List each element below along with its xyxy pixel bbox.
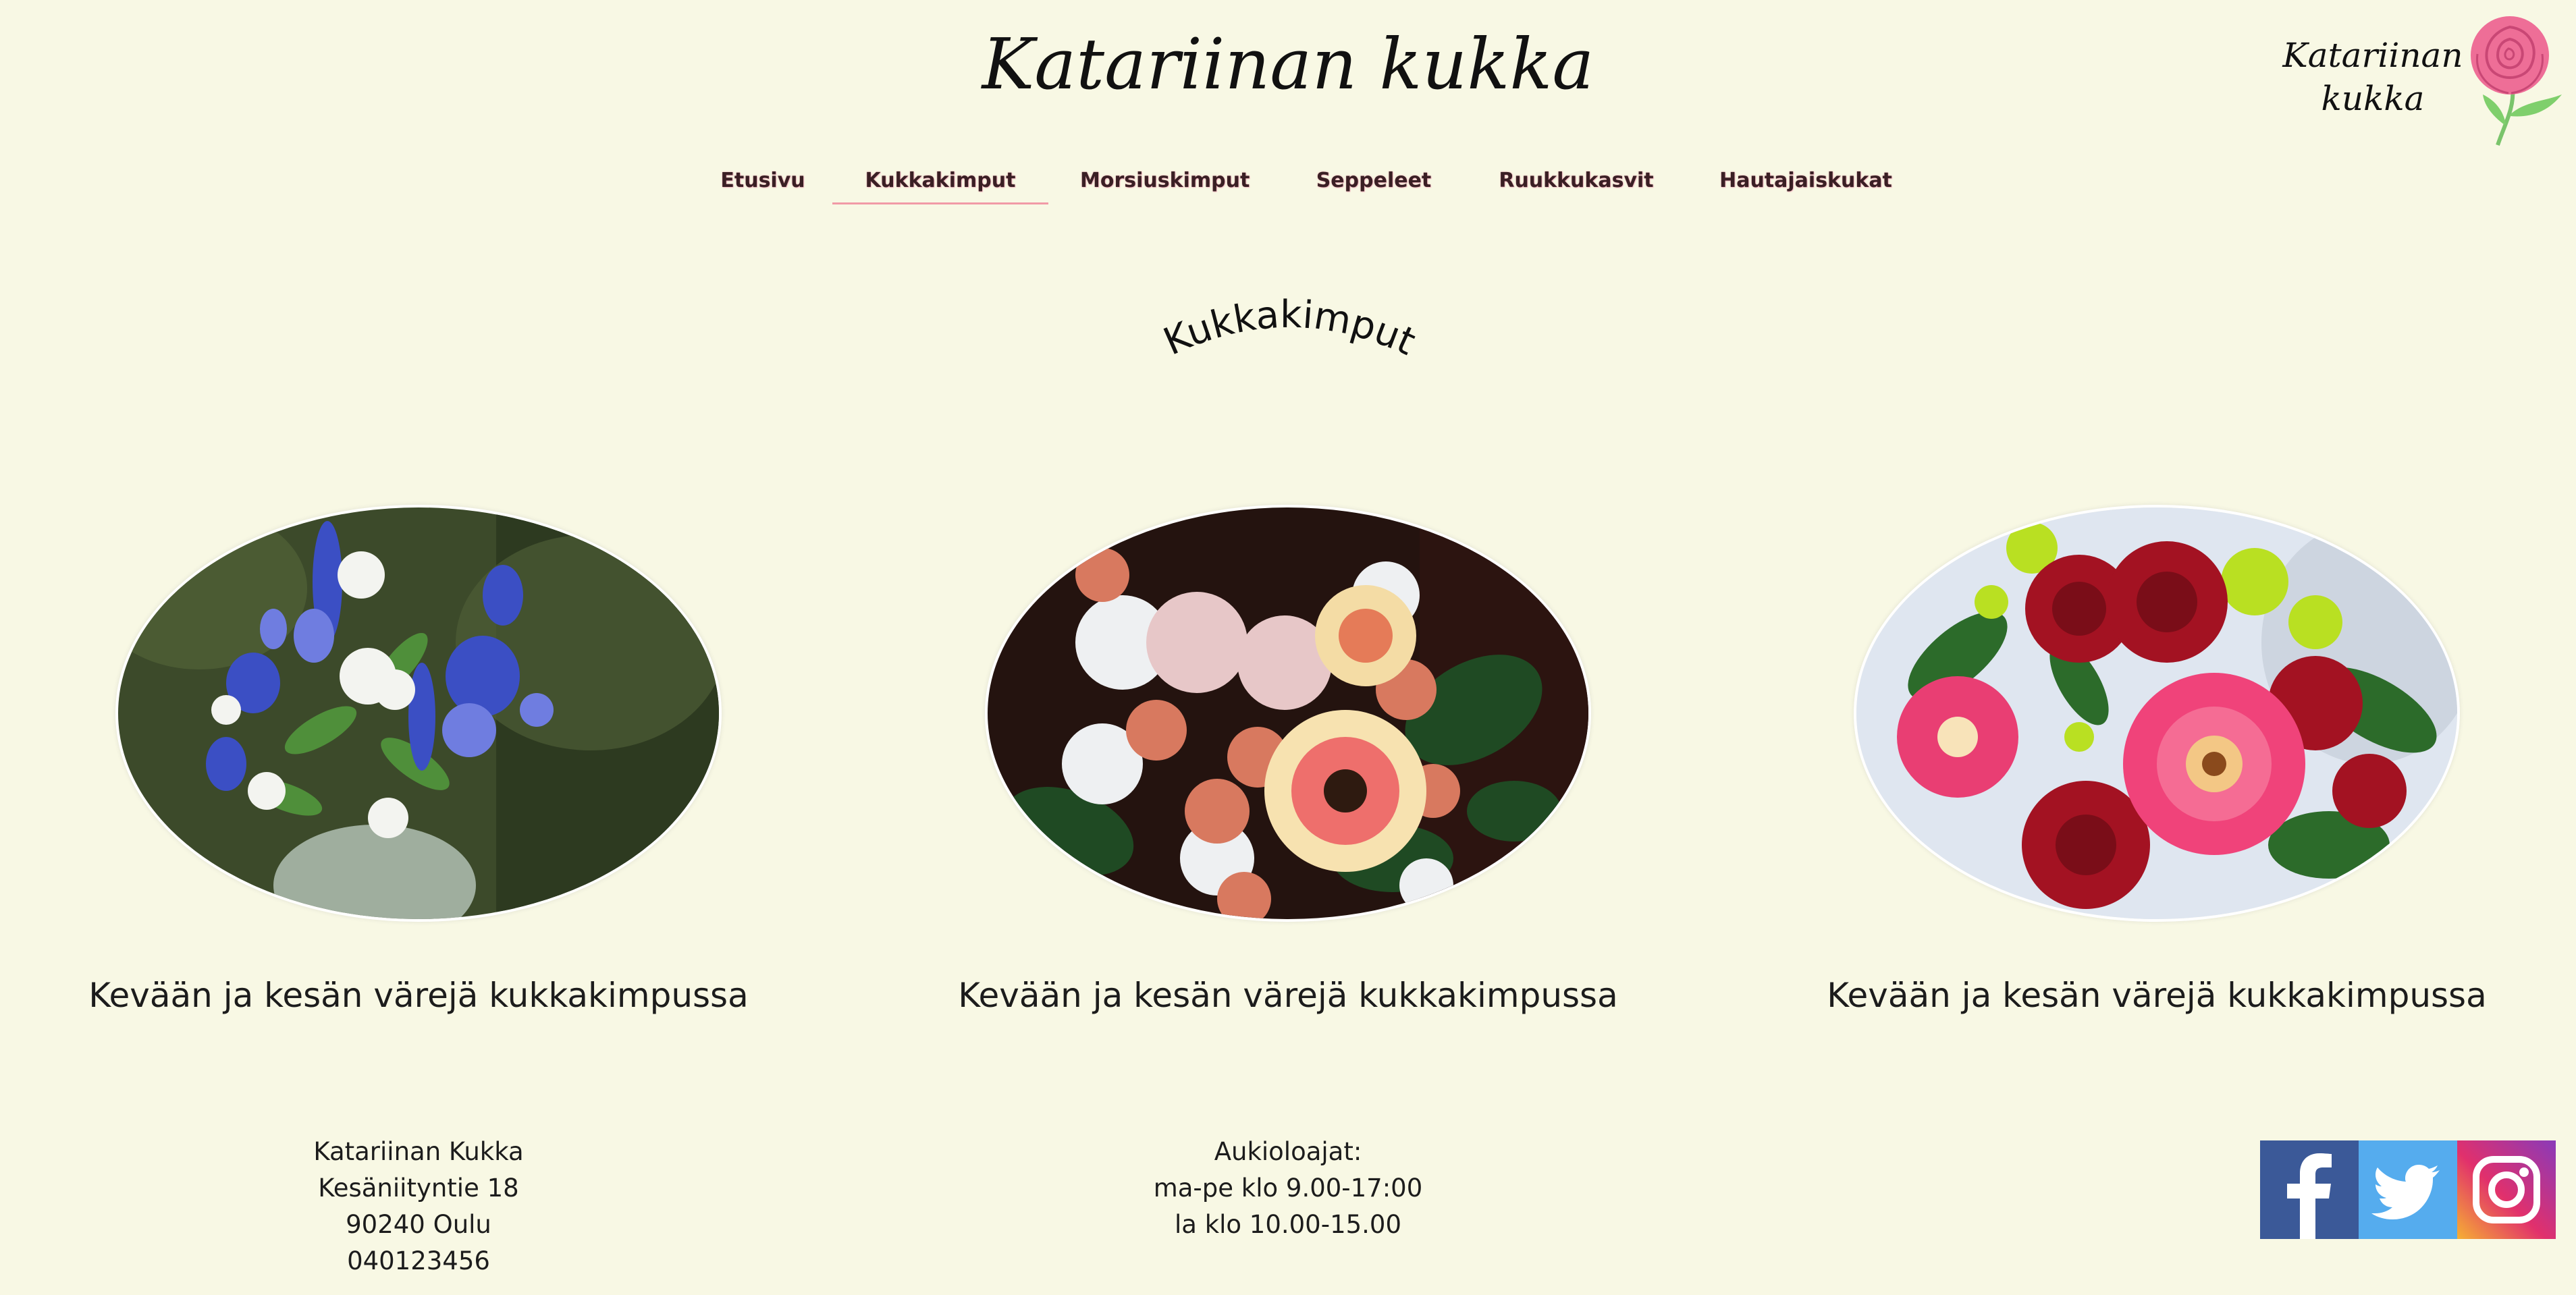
page-heading: Kukkakimput [1157, 293, 1422, 364]
facebook-icon[interactable] [2260, 1140, 2359, 1239]
product-image-blue-white-bouquet[interactable] [118, 507, 719, 919]
product-grid: Kevään ja kesän värejä kukkakimpussa Kev… [0, 499, 2576, 1039]
rose-icon [2471, 16, 2562, 146]
page-heading-text: Kukkakimput [1157, 293, 1422, 364]
postal-city: 90240 Oulu [346, 1210, 491, 1239]
nav-item-seppeleet[interactable]: Seppeleet [1296, 162, 1451, 202]
product-caption: Kevään ja kesän värejä kukkakimpussa [958, 976, 1618, 1015]
product-card[interactable]: Kevään ja kesän värejä kukkakimpussa [1799, 499, 2515, 1039]
phone-number: 040123456 [347, 1246, 490, 1275]
opening-hours-weekdays: ma-pe klo 9.00-17:00 [1153, 1174, 1423, 1203]
opening-hours-title: Aukioloajat: [1214, 1137, 1362, 1166]
social-links [2260, 1140, 2556, 1239]
nav-item-hautajaiskukat[interactable]: Hautajaiskukat [1715, 162, 1897, 202]
opening-hours-saturday: la klo 10.00-15.00 [1174, 1210, 1402, 1239]
logo-text: Katariinan kukka [2275, 34, 2471, 120]
nav-item-ruukkukasvit[interactable]: Ruukkukasvit [1492, 162, 1661, 202]
site-title: Katariinan kukka [982, 23, 1594, 105]
company-name: Katariinan Kukka [313, 1137, 524, 1166]
instagram-icon[interactable] [2457, 1140, 2556, 1239]
logo-line-1: Katariinan [2282, 36, 2463, 75]
product-card[interactable]: Kevään ja kesän värejä kukkakimpussa [61, 499, 776, 1039]
nav-item-kukkakimput[interactable]: Kukkakimput [832, 162, 1048, 204]
nav-item-etusivu[interactable]: Etusivu [702, 162, 824, 202]
main-nav: Etusivu Kukkakimput Morsiuskimput Seppel… [0, 162, 2576, 204]
svg-text:Kukkakimput: Kukkakimput [1157, 293, 1422, 364]
opening-hours: Aukioloajat: ma-pe klo 9.00-17:00 la klo… [1052, 1134, 1524, 1243]
product-image-peach-gerbera-bouquet[interactable] [988, 507, 1588, 919]
product-caption: Kevään ja kesän värejä kukkakimpussa [1827, 976, 2487, 1015]
product-card[interactable]: Kevään ja kesän värejä kukkakimpussa [930, 499, 1646, 1039]
logo[interactable]: Katariinan kukka [2275, 13, 2572, 148]
street-address: Kesäniityntie 18 [318, 1174, 519, 1203]
footer-address: Katariinan Kukka Kesäniityntie 18 90240 … [182, 1134, 655, 1279]
product-image-red-pink-bouquet[interactable] [1856, 507, 2457, 919]
product-caption: Kevään ja kesän värejä kukkakimpussa [88, 976, 749, 1015]
twitter-icon[interactable] [2359, 1140, 2457, 1239]
nav-item-morsiuskimput[interactable]: Morsiuskimput [1080, 162, 1250, 202]
logo-line-2: kukka [2321, 79, 2425, 118]
